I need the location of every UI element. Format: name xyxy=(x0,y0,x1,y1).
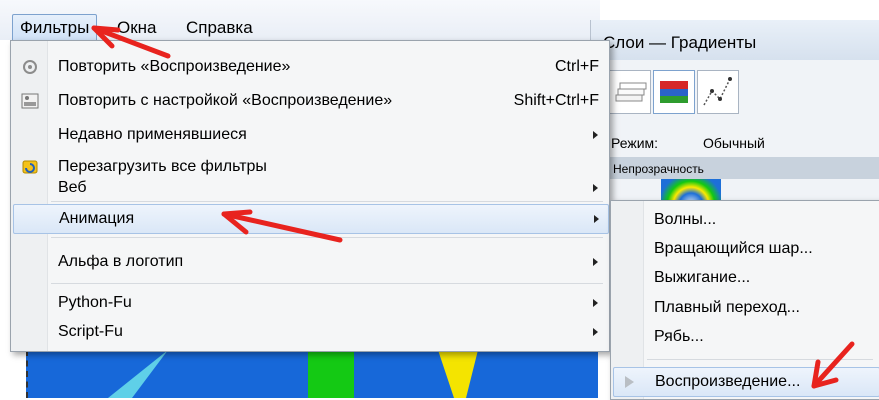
menu-item-animation[interactable]: Анимация xyxy=(13,204,609,234)
tab-paths[interactable] xyxy=(697,70,739,114)
submenu-item-blend[interactable]: Плавный переход... xyxy=(611,294,879,322)
opacity-row: Непрозрачность xyxy=(591,157,879,179)
submenu-arrow-icon xyxy=(593,184,598,192)
menu-filters[interactable]: Фильтры xyxy=(12,14,98,42)
submenu-item-rippling[interactable]: Рябь... xyxy=(611,323,879,351)
submenu-item-playback[interactable]: Воспроизведение... xyxy=(613,367,879,397)
tab-layers[interactable] xyxy=(609,70,651,114)
filters-menu: Повторить «Воспроизведение» Ctrl+F Повто… xyxy=(10,40,610,352)
tab-channels[interactable] xyxy=(653,70,695,114)
submenu-item-burn-in[interactable]: Выжигание... xyxy=(611,264,879,292)
submenu-item-waves[interactable]: Волны... xyxy=(611,206,879,234)
mode-select[interactable]: Обычный xyxy=(703,135,765,151)
reload-icon xyxy=(22,160,38,174)
menu-item-script-fu[interactable]: Script-Fu xyxy=(11,318,609,346)
layers-titlebar[interactable]: Слои — Градиенты xyxy=(591,20,879,60)
canvas-ray xyxy=(308,350,354,398)
paths-icon xyxy=(703,77,732,106)
menu-separator xyxy=(51,237,603,238)
submenu-item-spinning-globe[interactable]: Вращающийся шар... xyxy=(611,235,879,263)
channels-icon xyxy=(660,81,688,103)
mode-label: Режим: xyxy=(611,135,659,151)
menu-item-web[interactable]: Веб xyxy=(11,174,609,202)
layers-title: Слои — Градиенты xyxy=(603,33,757,52)
submenu-arrow-icon xyxy=(594,215,599,223)
menu-item-reshow[interactable]: Повторить с настройкой «Воспроизведение»… xyxy=(11,87,609,115)
opacity-label: Непрозрачность xyxy=(613,162,704,176)
menu-windows[interactable]: Окна xyxy=(117,18,157,38)
menu-separator xyxy=(51,201,603,202)
submenu-arrow-icon xyxy=(593,131,598,139)
layers-tabs xyxy=(591,70,879,114)
animation-submenu: Волны... Вращающийся шар... Выжигание...… xyxy=(610,200,879,400)
reshow-filter-icon xyxy=(21,93,39,109)
submenu-arrow-icon xyxy=(593,258,598,266)
play-icon xyxy=(625,376,634,388)
menu-item-recent[interactable]: Недавно применявшиеся xyxy=(11,121,609,149)
menu-item-repeat[interactable]: Повторить «Воспроизведение» Ctrl+F xyxy=(11,53,609,81)
repeat-filter-icon xyxy=(23,60,37,74)
image-canvas[interactable] xyxy=(26,350,598,398)
submenu-arrow-icon xyxy=(593,299,598,307)
menu-separator xyxy=(51,283,603,284)
menu-help[interactable]: Справка xyxy=(186,18,253,38)
mode-row: Режим: Обычный xyxy=(591,128,879,158)
layers-stack-icon xyxy=(615,82,647,102)
menu-item-alpha-to-logo[interactable]: Альфа в логотип xyxy=(11,248,609,276)
canvas-ray xyxy=(438,350,478,398)
canvas-ray xyxy=(108,350,168,398)
menubar: Фильтры Окна Справка xyxy=(0,0,600,42)
submenu-separator xyxy=(647,359,873,360)
menu-item-python-fu[interactable]: Python-Fu xyxy=(11,289,609,317)
submenu-arrow-icon xyxy=(593,328,598,336)
